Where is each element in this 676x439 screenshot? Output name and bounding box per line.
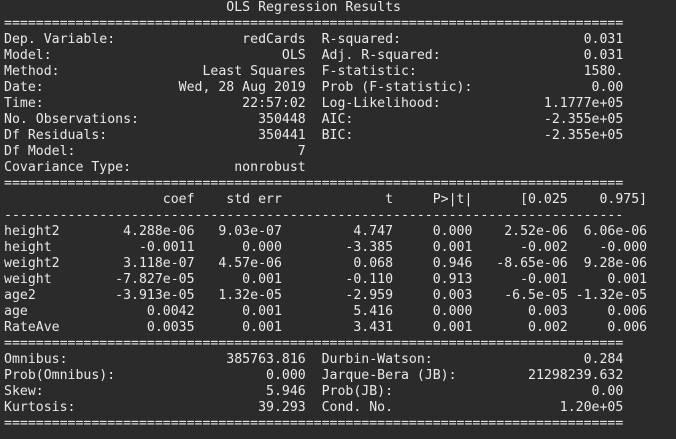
rule-bottom: ========================================… <box>4 416 624 431</box>
summary-row: Dep. Variable: redCards R-squared: 0.031 <box>4 32 624 47</box>
summary-row: Date: Wed, 28 Aug 2019 Prob (F-statistic… <box>4 80 624 95</box>
rule-after-summary: ========================================… <box>4 176 624 191</box>
summary-row: Time: 22:57:02 Log-Likelihood: 1.1777e+0… <box>4 96 624 111</box>
model-summary-block: Dep. Variable: redCards R-squared: 0.031… <box>0 32 676 176</box>
summary-row: Model: OLS Adj. R-squared: 0.031 <box>4 48 624 63</box>
diagnostic-row: Kurtosis: 39.293 Cond. No. 1.20e+05 <box>4 400 624 415</box>
summary-row: Df Residuals: 350441 BIC: -2.355e+05 <box>4 128 624 143</box>
rule-top: ========================================… <box>4 16 624 31</box>
summary-row: No. Observations: 350448 AIC: -2.355e+05 <box>4 112 624 127</box>
ols-regression-output: OLS Regression Results =================… <box>0 0 676 439</box>
coef-table-row: weight -7.827e-05 0.001 -0.110 0.913 -0.… <box>4 272 648 287</box>
coef-header-row: coef std err t P>|t| [0.025 0.975] <box>4 192 648 207</box>
diagnostics-block: Omnibus: 385763.816 Durbin-Watson: 0.284… <box>0 352 676 416</box>
coef-table-row: height -0.0011 0.000 -3.385 0.001 -0.002… <box>4 240 648 255</box>
coef-table-row: weight2 3.118e-07 4.57e-06 0.068 0.946 -… <box>4 256 648 271</box>
diagnostic-row: Omnibus: 385763.816 Durbin-Watson: 0.284 <box>4 352 624 367</box>
coef-table-row: age2 -3.913e-05 1.32e-05 -2.959 0.003 -6… <box>4 288 648 303</box>
summary-row: Method: Least Squares F-statistic: 1580. <box>4 64 624 79</box>
summary-row: Covariance Type: nonrobust <box>4 160 322 175</box>
rule-coef-dash: ----------------------------------------… <box>4 208 624 223</box>
diagnostic-row: Prob(Omnibus): 0.000 Jarque-Bera (JB): 2… <box>4 368 624 383</box>
coef-table-row: RateAve 0.0035 0.001 3.431 0.001 0.002 0… <box>4 320 648 335</box>
coef-table-body: height2 4.288e-06 9.03e-07 4.747 0.000 2… <box>0 224 676 336</box>
coef-table-row: age 0.0042 0.001 5.416 0.000 0.003 0.006 <box>4 304 648 319</box>
diagnostic-row: Skew: 5.946 Prob(JB): 0.00 <box>4 384 624 399</box>
coef-table-row: height2 4.288e-06 9.03e-07 4.747 0.000 2… <box>4 224 648 239</box>
summary-row: Df Model: 7 <box>4 144 322 159</box>
rule-after-coef: ========================================… <box>4 336 624 351</box>
report-title: OLS Regression Results <box>4 0 624 15</box>
